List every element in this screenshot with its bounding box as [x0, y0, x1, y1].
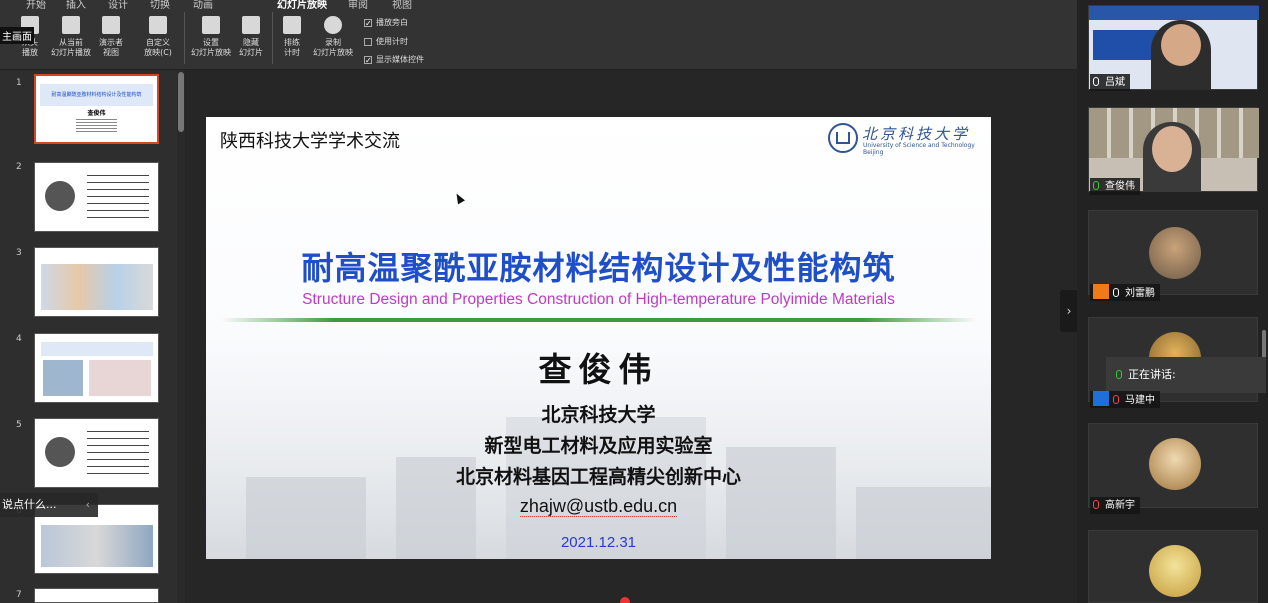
tab-slideshow[interactable]: 幻灯片放映	[277, 0, 327, 9]
participant-tile[interactable]	[1088, 530, 1258, 603]
thumb-text-lines	[76, 119, 117, 133]
avatar	[1149, 545, 1201, 597]
main-screen-label[interactable]: 主画面	[0, 27, 34, 44]
slide-number: 1	[16, 78, 22, 88]
slide-thumbnail-4[interactable]	[34, 333, 159, 403]
record-indicator-icon	[620, 597, 630, 603]
speaking-indicator: 正在讲话:	[1106, 357, 1266, 393]
slide-number: 3	[16, 248, 22, 258]
custom-show-button[interactable]: 自定义 放映(C)	[138, 16, 178, 58]
slide-number: 4	[16, 334, 22, 344]
microphone-muted-icon	[1093, 500, 1099, 509]
slide-title-en: Structure Design and Properties Construc…	[302, 291, 895, 308]
setup-slideshow-button[interactable]: 设置 幻灯片放映	[188, 16, 234, 58]
thumb-author: 查俊伟	[87, 110, 106, 117]
setup-icon	[202, 16, 220, 34]
slide-number: 5	[16, 420, 22, 430]
tab-transitions[interactable]: 切换	[150, 0, 170, 9]
presenter-icon	[102, 16, 120, 34]
participant-name-tag: 刘雷鹏	[1090, 284, 1160, 301]
avatar	[1149, 227, 1201, 279]
slide-title-cn: 耐高温聚酰亚胺材料结构设计及性能构筑	[301, 249, 896, 287]
university-logo	[828, 123, 858, 153]
microphone-icon	[1093, 181, 1099, 190]
rehearse-timings-button[interactable]: 排练 计时	[278, 16, 306, 58]
participant-name-tag: 查俊伟	[1090, 178, 1140, 195]
slide-thumbnail-5[interactable]	[34, 418, 159, 488]
slide-thumbnail-pane: 1 耐高温聚酰亚胺材料结构设计及性能构筑 查俊伟 2 3 4 5 6 7	[0, 70, 185, 603]
record-icon	[324, 16, 342, 34]
microphone-icon	[1093, 77, 1099, 86]
slide-author: 查俊伟	[538, 350, 659, 389]
slide-play-icon	[62, 16, 80, 34]
thumbnail-scrollbar[interactable]	[177, 70, 185, 603]
microphone-icon	[1113, 288, 1119, 297]
tab-review[interactable]: 审阅	[348, 0, 368, 9]
use-timings-checkbox[interactable]: 使用计时	[364, 36, 408, 47]
show-media-controls-checkbox[interactable]: ✓ 显示媒体控件	[364, 54, 424, 65]
microphone-muted-icon	[1113, 395, 1119, 404]
chevron-right-icon: ›	[1066, 304, 1072, 318]
slide-number: 2	[16, 162, 22, 172]
ribbon-tab-strip: 开始 插入 设计 切换 动画 幻灯片放映 审阅 视图	[0, 0, 1077, 9]
tab-home[interactable]: 开始	[26, 0, 46, 9]
participant-name-tag: 高新宇	[1090, 497, 1140, 514]
record-slideshow-button[interactable]: 录制 幻灯片放映	[310, 16, 356, 58]
current-slide[interactable]: 陕西科技大学学术交流 北京科技大学 University of Science …	[206, 117, 991, 559]
microphone-icon	[1116, 370, 1122, 379]
thumbnail-scroll-thumb[interactable]	[178, 72, 184, 132]
participant-name-tag: 吕斌	[1090, 74, 1130, 91]
user-icon	[1093, 391, 1109, 406]
chat-input[interactable]: 说点什么... ‹	[0, 493, 98, 517]
tab-design[interactable]: 设计	[108, 0, 128, 9]
tab-view[interactable]: 视图	[392, 0, 412, 9]
custom-show-icon	[149, 16, 167, 34]
ribbon-divider	[272, 12, 273, 64]
logo-text-en: University of Science and Technology Bei…	[863, 142, 975, 156]
tab-animations[interactable]: 动画	[193, 0, 213, 9]
slide-email: zhajw@ustb.edu.cn	[519, 496, 678, 517]
slide-number: 7	[16, 590, 22, 600]
tab-insert[interactable]: 插入	[66, 0, 86, 9]
collapse-panel-button[interactable]: ›	[1060, 290, 1078, 332]
slide-thumbnail-3[interactable]	[34, 247, 159, 317]
presenter-view-button[interactable]: 演示者 视图	[94, 16, 128, 58]
play-narration-checkbox[interactable]: ✓ 播放旁白	[364, 17, 408, 28]
ribbon-toolbar: 开始 插入 设计 切换 动画 幻灯片放映 审阅 视图 从头 播放 从当前 幻灯片…	[0, 0, 1077, 70]
slide-affiliation-1: 北京科技大学	[541, 404, 656, 426]
from-current-slide-button[interactable]: 从当前 幻灯片播放	[48, 16, 94, 58]
title-divider	[221, 318, 977, 322]
logo-text-cn: 北京科技大学	[862, 125, 971, 143]
participant-name-tag: 马建中	[1090, 391, 1160, 408]
slide-thumbnail-2[interactable]	[34, 162, 159, 232]
participant-tile[interactable]	[1088, 210, 1258, 295]
user-icon	[1093, 284, 1109, 299]
avatar	[1149, 438, 1201, 490]
slide-thumbnail-7[interactable]	[34, 588, 159, 603]
chevron-left-icon[interactable]: ‹	[86, 493, 90, 517]
slide-affiliation-2: 新型电工材料及应用实验室	[484, 435, 713, 457]
slide-header: 陕西科技大学学术交流	[220, 131, 400, 152]
ribbon-divider	[184, 12, 185, 64]
slide-date: 2021.12.31	[560, 534, 637, 551]
hide-slide-icon	[242, 16, 260, 34]
participant-tile[interactable]	[1088, 423, 1258, 508]
timer-icon	[283, 16, 301, 34]
thumb-title: 耐高温聚酰亚胺材料结构设计及性能构筑	[40, 84, 153, 106]
slide-affiliation-3: 北京材料基因工程高精尖创新中心	[455, 466, 741, 488]
hide-slide-button[interactable]: 隐藏 幻灯片	[236, 16, 266, 58]
slide-thumbnail-1[interactable]: 耐高温聚酰亚胺材料结构设计及性能构筑 查俊伟	[34, 74, 159, 144]
